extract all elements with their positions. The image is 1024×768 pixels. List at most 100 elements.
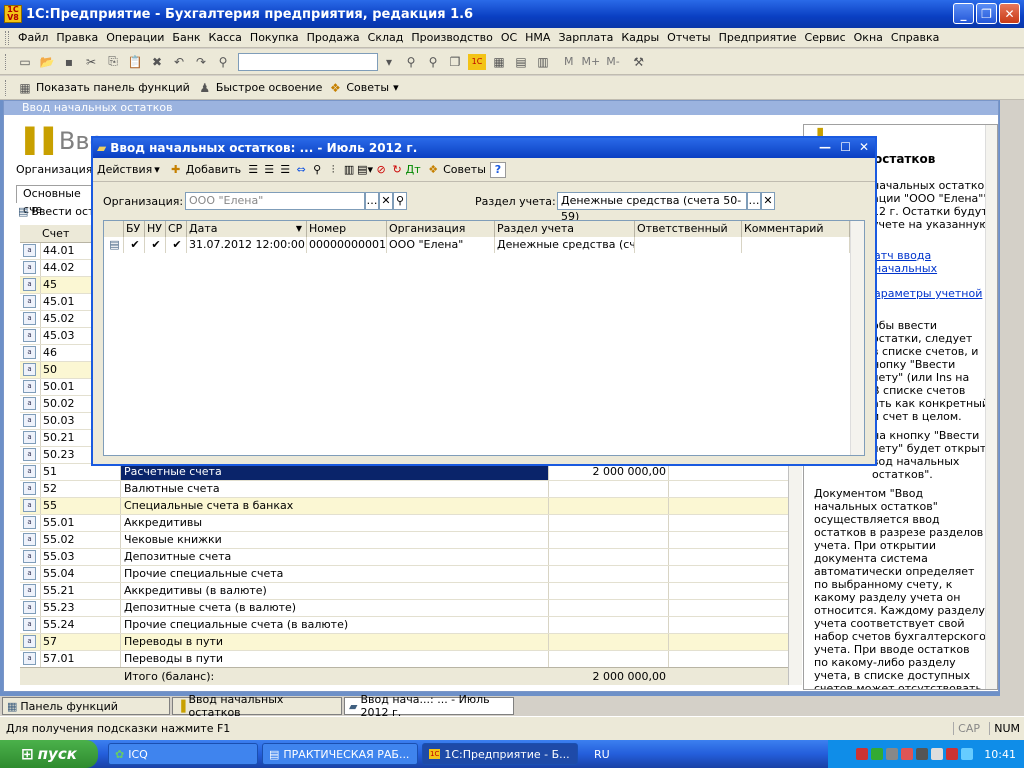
account-debit[interactable] xyxy=(548,617,668,633)
menu-operations[interactable]: Операции xyxy=(102,31,168,44)
account-code[interactable]: 51 xyxy=(40,464,120,480)
account-name[interactable]: Расчетные счета xyxy=(120,464,548,480)
menu-service[interactable]: Сервис xyxy=(801,31,850,44)
app-title-bar[interactable]: 1С V8 1С:Предприятие - Бухгалтерия предп… xyxy=(0,0,1024,28)
account-code[interactable]: 55.03 xyxy=(40,549,120,565)
row-org[interactable]: ООО "Елена" xyxy=(387,237,495,253)
table-row[interactable]: a 55.04 Прочие специальные счета xyxy=(20,566,788,583)
close-button[interactable]: ✕ xyxy=(999,3,1020,24)
menu-purchase[interactable]: Покупка xyxy=(246,31,303,44)
account-credit[interactable] xyxy=(668,515,788,531)
tray-network-icon[interactable] xyxy=(871,748,884,760)
menu-windows[interactable]: Окна xyxy=(850,31,887,44)
table-row[interactable]: a 55.02 Чековые книжки xyxy=(20,532,788,549)
menubar-grip[interactable] xyxy=(5,30,9,45)
tips-dropdown-icon[interactable]: ▾ xyxy=(393,81,399,94)
redo-icon[interactable]: ↷ xyxy=(192,54,210,70)
menu-nma[interactable]: НМА xyxy=(521,31,554,44)
filter-icon[interactable]: ⫶ xyxy=(325,162,341,178)
row-number[interactable]: 00000000001 xyxy=(307,237,387,253)
col-responsible-header[interactable]: Ответственный xyxy=(635,221,742,237)
col-org-header[interactable]: Организация xyxy=(387,221,495,237)
sr-check-icon[interactable]: ✔ xyxy=(166,237,187,253)
table-row[interactable]: a 55.24 Прочие специальные счета (в валюте… xyxy=(20,617,788,634)
account-debit[interactable] xyxy=(548,532,668,548)
help-scrollbar[interactable] xyxy=(985,125,997,689)
menu-salary[interactable]: Зарплата xyxy=(554,31,617,44)
undo-icon[interactable]: ↶ xyxy=(170,54,188,70)
tray-volume-icon[interactable] xyxy=(931,748,944,760)
tab-main-accounts[interactable]: Основные сче xyxy=(16,185,96,216)
memory-minus[interactable]: M- xyxy=(606,55,619,68)
help-link-params[interactable]: араметры учетной xyxy=(874,287,982,300)
section-input[interactable]: Денежные средства (счета 50-59) xyxy=(557,192,747,223)
account-code[interactable]: 55.21 xyxy=(40,583,120,599)
save-icon[interactable]: ▪ xyxy=(60,54,78,70)
account-code[interactable]: 55.04 xyxy=(40,566,120,582)
table-row[interactable]: a 57.01 Переводы в пути xyxy=(20,651,788,668)
filter-list-icon[interactable]: ▤▾ xyxy=(357,162,373,178)
table-row[interactable]: a 55.03 Депозитные счета xyxy=(20,549,788,566)
open-icon[interactable]: 📂 xyxy=(38,54,56,70)
account-debit[interactable] xyxy=(548,566,668,582)
account-name[interactable]: Прочие специальные счета xyxy=(120,566,548,582)
account-code[interactable]: 55 xyxy=(40,498,120,514)
account-credit[interactable] xyxy=(668,617,788,633)
dialog-maximize-icon[interactable]: ☐ xyxy=(840,140,851,154)
minimize-button[interactable]: _ xyxy=(953,3,974,24)
account-code[interactable]: 55.24 xyxy=(40,617,120,633)
language-indicator[interactable]: RU xyxy=(594,748,610,761)
toolbar-grip[interactable] xyxy=(5,53,9,70)
copy-row-icon[interactable]: ☰ xyxy=(245,162,261,178)
binoculars-icon[interactable]: ⚲ xyxy=(214,54,232,70)
enter-balance-button[interactable]: Ввести ост xyxy=(31,205,94,218)
row-comment[interactable] xyxy=(742,237,850,253)
menu-cash[interactable]: Касса xyxy=(205,31,246,44)
toolbar-grip[interactable] xyxy=(5,79,9,96)
new-document-icon[interactable]: ▭ xyxy=(16,54,34,70)
tray-update-icon[interactable] xyxy=(901,748,914,760)
maximize-button[interactable]: ❐ xyxy=(976,3,997,24)
menu-bank[interactable]: Банк xyxy=(168,31,204,44)
dialog-close-icon[interactable]: ✕ xyxy=(859,140,869,154)
calculator-icon[interactable]: ▦ xyxy=(490,54,508,70)
org-clear-icon[interactable]: ✕ xyxy=(379,192,393,210)
account-name[interactable]: Аккредитивы (в валюте) xyxy=(120,583,548,599)
table-row[interactable]: a 52 Валютные счета xyxy=(20,481,788,498)
col-bu-header[interactable]: БУ xyxy=(124,221,145,237)
table-row[interactable]: a 55.23 Депозитные счета (в валюте) xyxy=(20,600,788,617)
col-icon-header[interactable] xyxy=(104,221,124,237)
interval-icon[interactable]: ⇔ xyxy=(293,162,309,178)
list-scrollbar[interactable] xyxy=(850,221,864,455)
tips-button[interactable]: Советы xyxy=(346,81,389,94)
nu-check-icon[interactable]: ✔ xyxy=(145,237,166,253)
search-input[interactable] xyxy=(238,52,378,71)
section-clear-icon[interactable]: ✕ xyxy=(761,192,775,210)
account-credit[interactable] xyxy=(668,498,788,514)
dialog-minimize-icon[interactable]: — xyxy=(819,140,831,154)
account-code[interactable]: 55.01 xyxy=(40,515,120,531)
tray-alert-icon[interactable] xyxy=(946,748,959,760)
account-debit[interactable] xyxy=(548,498,668,514)
col-comment-header[interactable]: Комментарий xyxy=(742,221,850,237)
1c-icon[interactable]: 1C xyxy=(468,53,486,70)
account-debit[interactable] xyxy=(548,600,668,616)
section-select-icon[interactable]: … xyxy=(747,192,761,210)
tab-opening-balances[interactable]: ▐ Ввод начальных остатков xyxy=(172,693,342,719)
calendar-icon[interactable]: ▤ xyxy=(512,54,530,70)
account-credit[interactable] xyxy=(668,634,788,650)
account-credit[interactable] xyxy=(668,481,788,497)
tab-dialog[interactable]: ▰ Ввод нача...: ... - Июль 2012 г. xyxy=(344,693,514,719)
account-debit[interactable] xyxy=(548,634,668,650)
account-name[interactable]: Переводы в пути xyxy=(120,634,548,650)
account-debit[interactable] xyxy=(548,651,668,667)
tray-device-icon[interactable] xyxy=(886,748,899,760)
col-sr-header[interactable]: СР xyxy=(166,221,187,237)
task-1c[interactable]: 1C 1С:Предприятие - Б... xyxy=(422,743,578,765)
account-credit[interactable] xyxy=(668,583,788,599)
tray-antivirus-icon[interactable] xyxy=(856,748,869,760)
account-credit[interactable] xyxy=(668,600,788,616)
account-credit[interactable] xyxy=(668,464,788,480)
account-code[interactable]: 57 xyxy=(40,634,120,650)
account-code[interactable]: 52 xyxy=(40,481,120,497)
